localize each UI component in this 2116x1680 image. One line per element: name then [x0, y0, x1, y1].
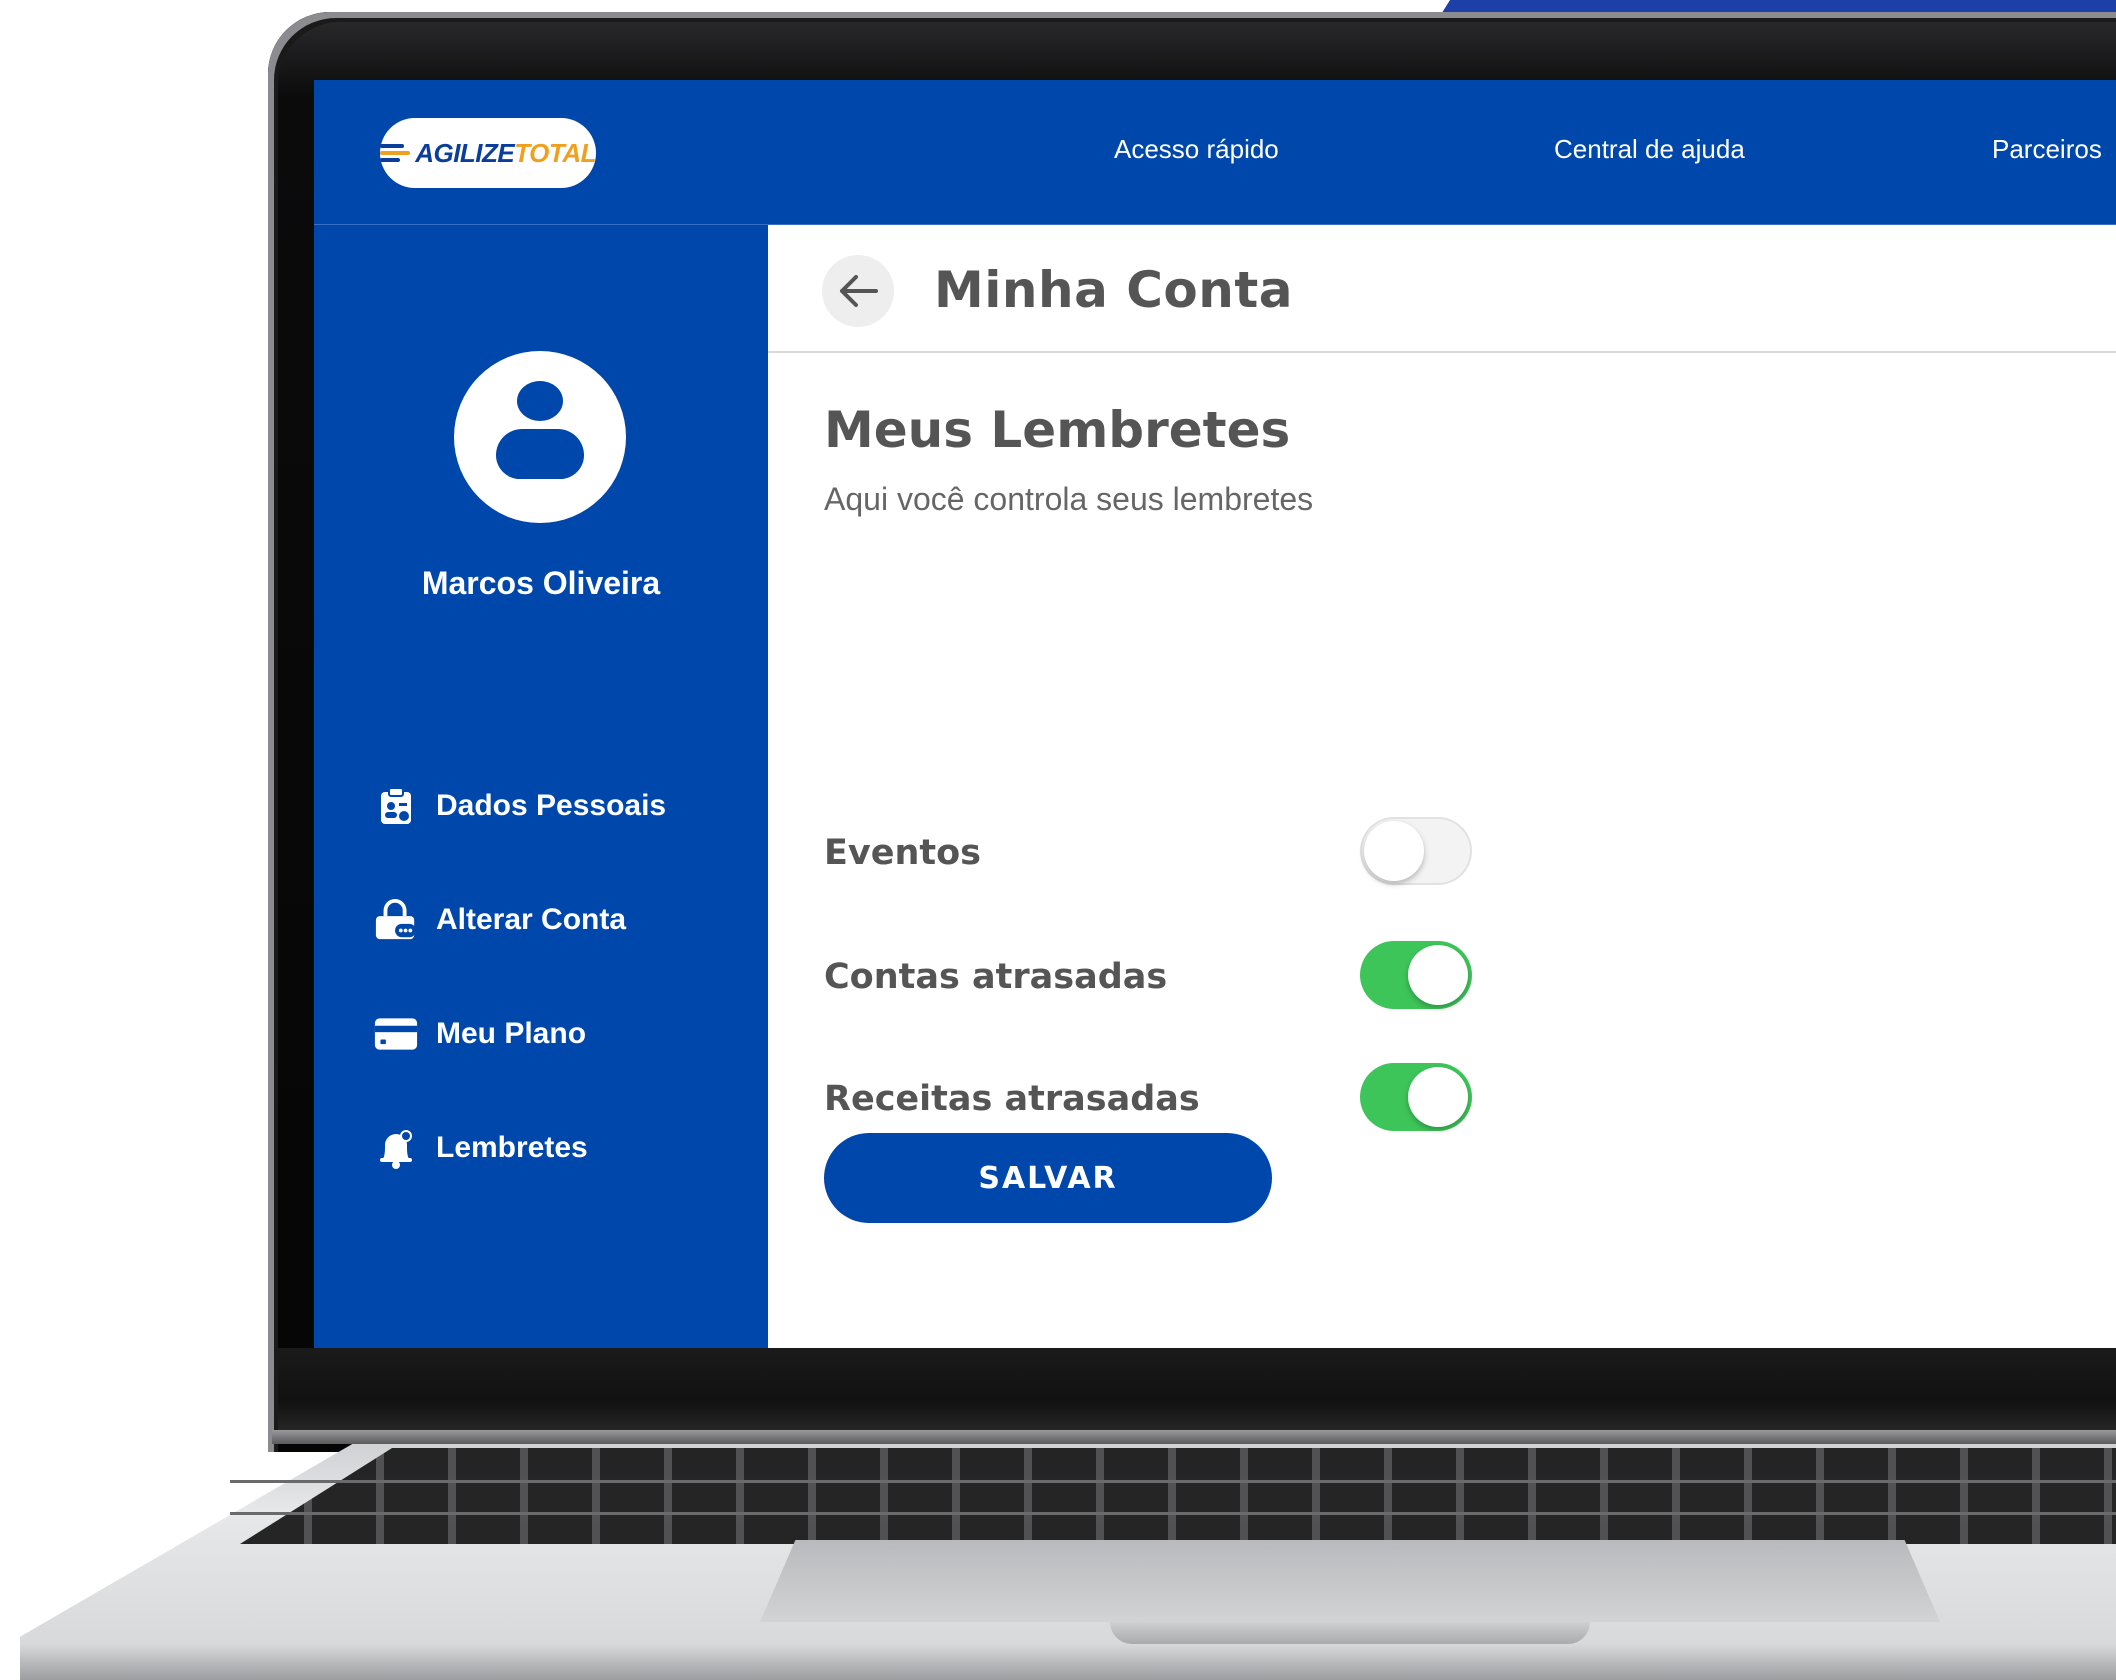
main-content: Minha Conta Meus Lembretes Aqui você con… [768, 225, 2116, 1348]
brand-logo[interactable]: AGILIZETOTAL [380, 118, 596, 188]
sidebar: Marcos Oliveira Dados Pessoais Alterar C… [314, 225, 768, 1348]
clipboard-user-icon [374, 784, 418, 828]
arrow-left-icon [840, 275, 878, 307]
back-button[interactable] [822, 255, 894, 327]
save-button[interactable]: SALVAR [824, 1133, 1272, 1223]
section-subtitle: Aqui você controla seus lembretes [824, 481, 1314, 517]
credit-card-icon [374, 1012, 418, 1056]
top-navigation-bar: AGILIZETOTAL Acesso rápido Central de aj… [314, 80, 2116, 225]
user-name: Marcos Oliveira [421, 565, 661, 601]
toggle-eventos[interactable] [1360, 817, 1472, 885]
sidebar-item-meu-plano[interactable]: Meu Plano [374, 1009, 586, 1059]
laptop-bezel [278, 1348, 2116, 1436]
avatar[interactable] [454, 351, 626, 523]
laptop-keyboard [240, 1448, 2116, 1544]
setting-label-eventos: Eventos [824, 833, 981, 873]
laptop-hinge [272, 1430, 2116, 1444]
keyboard-row-divider [230, 1480, 2116, 1483]
topnav-central-de-ajuda[interactable]: Central de ajuda [1554, 134, 1745, 165]
setting-label-receitas-atrasadas: Receitas atrasadas [824, 1079, 1200, 1119]
keyboard-row-divider [230, 1512, 2116, 1515]
topnav-parceiros[interactable]: Parceiros [1992, 134, 2102, 165]
page-title: Minha Conta [934, 261, 1294, 319]
toggle-receitas-atrasadas[interactable] [1360, 1063, 1472, 1131]
app-screen: AGILIZETOTAL Acesso rápido Central de aj… [314, 80, 2116, 1348]
laptop-trackpad [760, 1540, 1940, 1622]
toggle-contas-atrasadas[interactable] [1360, 941, 1472, 1009]
bell-icon [374, 1126, 418, 1170]
laptop-front-lip [1110, 1622, 1590, 1644]
sidebar-item-label: Lembretes [436, 1131, 588, 1164]
sidebar-item-alterar-conta[interactable]: Alterar Conta [374, 895, 626, 945]
sidebar-item-label: Dados Pessoais [436, 789, 667, 822]
page-header: Minha Conta [768, 225, 2116, 353]
logo-mark-icon [380, 142, 410, 164]
sidebar-item-label: Meu Plano [436, 1017, 587, 1050]
logo-text: AGILIZETOTAL [415, 137, 596, 168]
lock-edit-icon [374, 898, 418, 942]
setting-label-contas-atrasadas: Contas atrasadas [824, 957, 1168, 997]
sidebar-item-dados-pessoais[interactable]: Dados Pessoais [374, 781, 666, 831]
sidebar-item-lembretes[interactable]: Lembretes [374, 1123, 588, 1173]
topnav-acesso-rapido[interactable]: Acesso rápido [1114, 134, 1279, 165]
section-title: Meus Lembretes [824, 401, 1291, 459]
sidebar-item-label: Alterar Conta [436, 903, 627, 936]
